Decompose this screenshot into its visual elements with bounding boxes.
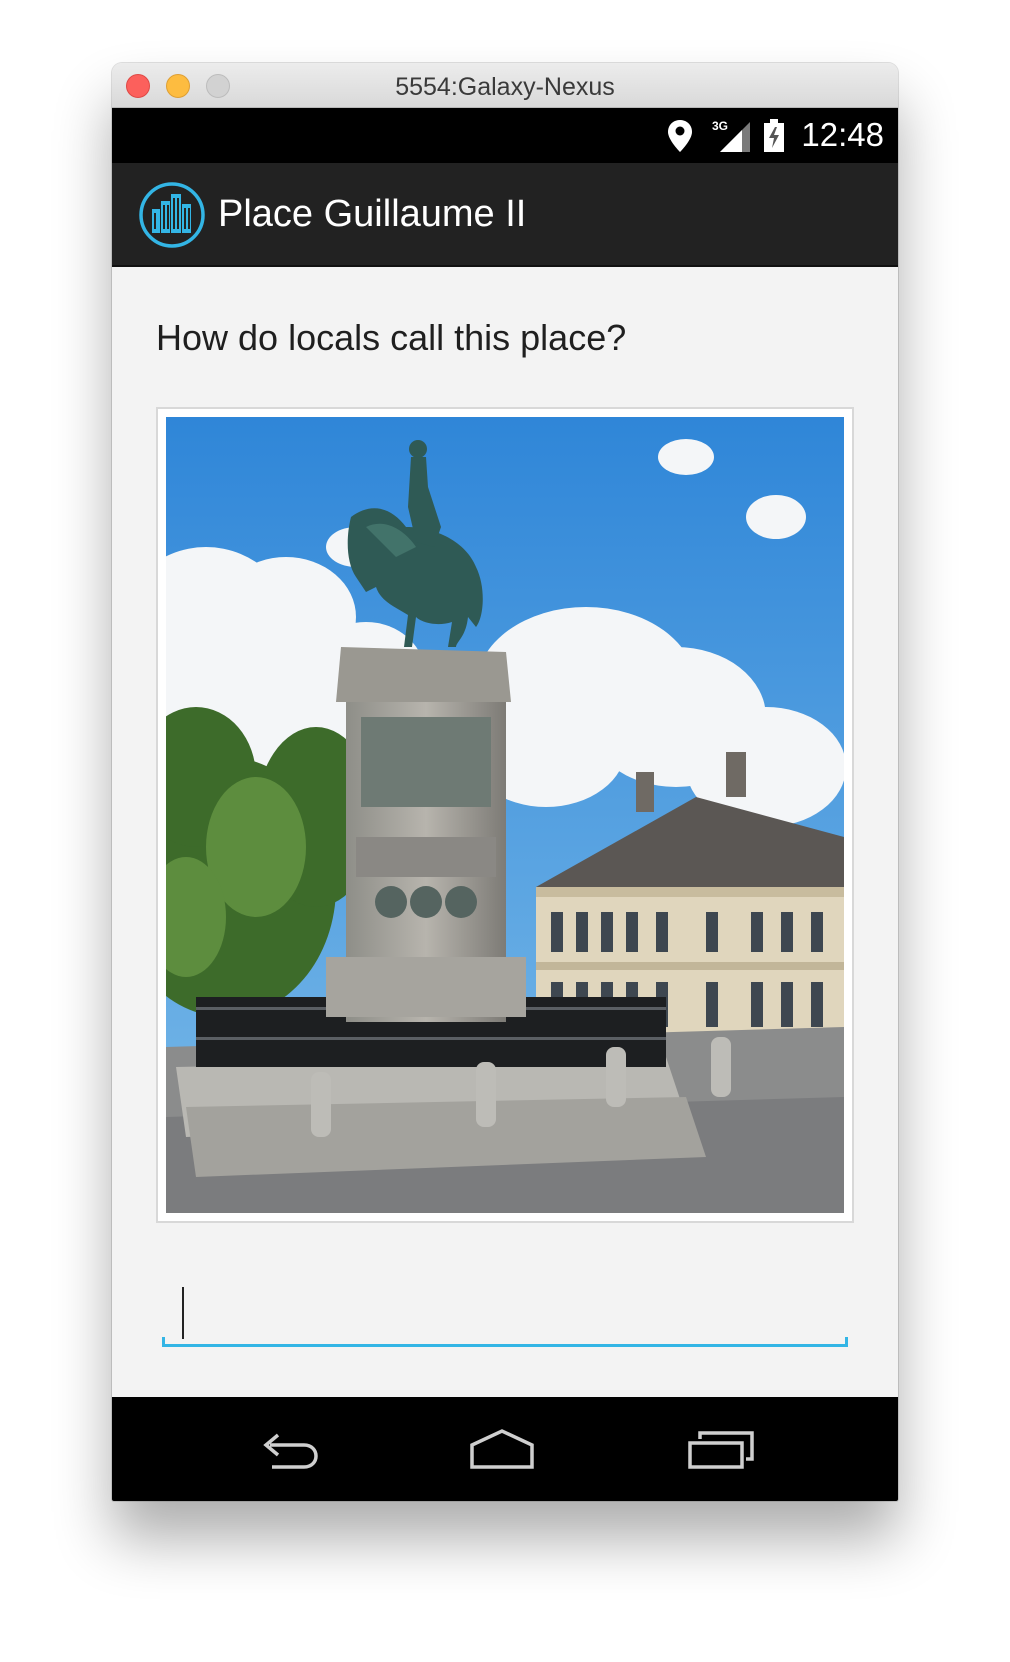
network-type-label: 3G bbox=[712, 119, 728, 133]
input-underline bbox=[162, 1344, 848, 1347]
signal-icon: 3G bbox=[712, 118, 752, 158]
status-time: 12:48 bbox=[801, 116, 884, 153]
input-underline-left bbox=[162, 1337, 165, 1347]
page-title: Place Guillaume II bbox=[218, 193, 527, 235]
recent-apps-icon[interactable] bbox=[672, 1425, 772, 1475]
home-icon[interactable] bbox=[452, 1425, 552, 1475]
question-text: How do locals call this place? bbox=[156, 317, 627, 358]
city-buildings-icon[interactable] bbox=[138, 181, 206, 253]
status-bar: 3G 12:48 bbox=[112, 108, 898, 163]
photo-frame bbox=[156, 407, 854, 1223]
window-titlebar[interactable]: 5554:Galaxy-Nexus bbox=[112, 63, 898, 108]
quiz-content: How do locals call this place? bbox=[112, 267, 898, 1397]
battery-icon bbox=[763, 119, 785, 157]
location-icon bbox=[667, 119, 693, 157]
text-cursor bbox=[182, 1287, 184, 1339]
input-underline-right bbox=[845, 1337, 848, 1347]
navigation-bar bbox=[112, 1397, 898, 1501]
window-title: 5554:Galaxy-Nexus bbox=[395, 73, 615, 101]
back-icon[interactable] bbox=[242, 1425, 342, 1475]
emulator-window: 5554:Galaxy-Nexus 3G 12:48 Place Guillau… bbox=[112, 63, 898, 1501]
action-bar: Place Guillaume II bbox=[112, 163, 898, 267]
equestrian-statue-photo bbox=[166, 417, 844, 1213]
answer-input[interactable] bbox=[162, 1277, 848, 1347]
answer-text-input[interactable] bbox=[162, 1277, 848, 1344]
